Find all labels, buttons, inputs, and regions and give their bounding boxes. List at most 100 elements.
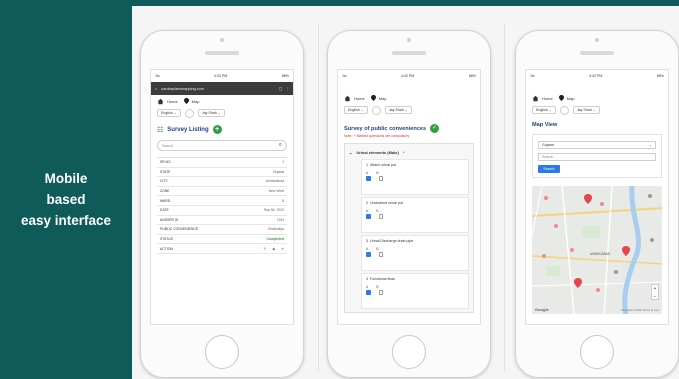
zoom-in-button[interactable]: + bbox=[652, 285, 658, 293]
page-title: Map View bbox=[532, 122, 558, 128]
speaker-grille bbox=[580, 51, 614, 55]
table-row: STATE Gujarat bbox=[157, 168, 287, 178]
avatar[interactable] bbox=[559, 105, 569, 115]
language-select[interactable]: English ⌄ bbox=[157, 109, 181, 117]
delete-icon[interactable]: ✕ bbox=[281, 247, 284, 251]
carrier: Jio bbox=[342, 74, 347, 78]
search-input[interactable]: Search ⌕ bbox=[157, 140, 287, 151]
question-text: 1 Attach urinal pot bbox=[366, 163, 396, 167]
question-text: 2 Uncleaned urinal pot bbox=[366, 201, 403, 205]
option-checkboxes bbox=[366, 290, 464, 295]
avatar[interactable] bbox=[371, 105, 381, 115]
option-checkboxes bbox=[366, 176, 464, 181]
user-select[interactable]: Jay Shah ⌄ bbox=[572, 106, 600, 114]
user-select[interactable]: Jay Shah ⌄ bbox=[197, 109, 225, 117]
check-icon: ✓ bbox=[430, 124, 440, 133]
speaker-grille bbox=[392, 51, 426, 55]
survey-table: SR.NO 1 STATE Gujarat CITY Ahmedabad ZONE Ne… bbox=[157, 157, 287, 254]
section-label: Urinal elements (Male) bbox=[356, 149, 399, 155]
browser-url-bar[interactable]: ⌂ sardarplansmapping.com ▢ ⋮ bbox=[151, 82, 293, 95]
url-text[interactable]: sardarplansmapping.com bbox=[161, 87, 278, 91]
table-row: DATE Sep 06, 2020 bbox=[157, 206, 287, 216]
question-card: 3 Urinal Discharge drain pipe AB bbox=[361, 235, 469, 271]
table-row: STATUS Completed bbox=[157, 235, 287, 245]
option-b-checkbox[interactable] bbox=[378, 176, 383, 181]
language-select[interactable]: English ⌄ bbox=[532, 106, 556, 114]
carrier: Jio bbox=[530, 74, 535, 78]
home-icon[interactable] bbox=[532, 95, 539, 102]
menu-icon[interactable]: ⋮ bbox=[285, 86, 289, 91]
search-button[interactable]: Search bbox=[538, 165, 560, 173]
map-pin-icon[interactable] bbox=[183, 97, 189, 105]
phone-survey-form: Jio 4:42 PM 88% Home Map English ⌄ Jay S… bbox=[327, 30, 491, 378]
list-icon: ☷ bbox=[157, 126, 164, 134]
status-bar: Jio 4:42 PM 88% bbox=[526, 70, 668, 82]
nav-home[interactable]: Home bbox=[542, 96, 553, 101]
clock: 4:42 PM bbox=[401, 74, 415, 78]
tabs-icon[interactable]: ▢ bbox=[279, 86, 283, 91]
user-select[interactable]: Jay Shah ⌄ bbox=[384, 106, 412, 114]
phone-home-button bbox=[392, 335, 426, 369]
filter-row: English ⌄ Jay Shah ⌄ bbox=[151, 107, 293, 119]
survey-section: ⌄ Urinal elements (Male) * 1 Attach urina… bbox=[344, 143, 474, 313]
avatar[interactable] bbox=[184, 108, 194, 118]
nav-map[interactable]: Map bbox=[567, 96, 575, 101]
phone-screen: Jio 4:42 PM 88% Home Map English ⌄ Jay S… bbox=[337, 69, 481, 325]
option-b-checkbox[interactable] bbox=[378, 214, 383, 219]
phone-home-button bbox=[580, 335, 614, 369]
table-row: ZONE New West bbox=[157, 187, 287, 197]
divider bbox=[504, 24, 505, 371]
map-attribution[interactable]: Map data ©2020 Terms of Use bbox=[621, 308, 659, 312]
question-card: 2 Uncleaned urinal pot AB bbox=[361, 197, 469, 233]
nav-map[interactable]: Map bbox=[192, 99, 200, 104]
table-row: PUBLIC CONVENIENCE Ghatlodiya bbox=[157, 225, 287, 235]
option-labels: AB bbox=[366, 285, 379, 289]
battery: 88% bbox=[468, 74, 476, 78]
option-a-checkbox[interactable] bbox=[366, 214, 371, 219]
state-select[interactable]: Gujarat ⌄ bbox=[538, 141, 656, 149]
breadcrumb: Home Map bbox=[151, 95, 293, 107]
home-icon[interactable]: ⌂ bbox=[155, 87, 157, 91]
map-filter-card: Gujarat ⌄ Search Search bbox=[532, 134, 662, 178]
nav-map[interactable]: Map bbox=[379, 96, 387, 101]
section-header[interactable]: ⌄ Urinal elements (Male) * bbox=[349, 147, 469, 157]
table-row: WARD 8 bbox=[157, 196, 287, 206]
map-pin-icon[interactable] bbox=[558, 94, 564, 102]
option-b-checkbox[interactable] bbox=[378, 252, 383, 257]
title-text: Survey Listing bbox=[167, 126, 209, 133]
search-icon[interactable]: ⌕ bbox=[279, 142, 282, 149]
clock: 4:42 PM bbox=[589, 74, 603, 78]
option-b-checkbox[interactable] bbox=[378, 290, 383, 295]
option-labels: AB bbox=[366, 247, 379, 251]
status-badge: Completed bbox=[266, 237, 284, 242]
screenshots-area: Jio 4:42 PM 88% ⌂ sardarplansmapping.com… bbox=[132, 6, 679, 379]
map-city-label: AHMEDABAD bbox=[590, 252, 611, 256]
home-icon[interactable] bbox=[157, 98, 164, 105]
language-select[interactable]: English ⌄ bbox=[344, 106, 368, 114]
camera-icon bbox=[407, 38, 411, 42]
map-pin-icon[interactable] bbox=[370, 94, 376, 102]
nav-home[interactable]: Home bbox=[354, 96, 365, 101]
zoom-out-button[interactable]: − bbox=[652, 293, 658, 301]
chevron-down-icon[interactable]: ⌄ bbox=[349, 150, 352, 155]
option-labels: AB bbox=[366, 209, 379, 213]
divider bbox=[318, 24, 319, 371]
left-panel: Mobile based easy interface bbox=[0, 0, 132, 379]
option-labels: AB bbox=[366, 171, 379, 175]
add-survey-button[interactable]: + bbox=[212, 125, 222, 134]
edit-icon[interactable]: ✎ bbox=[263, 247, 266, 251]
option-a-checkbox[interactable] bbox=[366, 290, 371, 295]
home-icon[interactable] bbox=[344, 95, 351, 102]
nav-home[interactable]: Home bbox=[167, 99, 178, 104]
map-canvas[interactable]: AHMEDABAD + − Google Map data ©2020 Term… bbox=[532, 186, 662, 314]
map-search-input[interactable]: Search bbox=[538, 153, 656, 161]
option-a-checkbox[interactable] bbox=[366, 176, 371, 181]
battery: 88% bbox=[281, 74, 289, 78]
phone-survey-listing: Jio 4:42 PM 88% ⌂ sardarplansmapping.com… bbox=[140, 30, 304, 378]
phone-map-view: Jio 4:42 PM 88% Home Map English ⌄ Jay S… bbox=[515, 30, 679, 378]
speaker-grille bbox=[205, 51, 239, 55]
view-icon[interactable]: ◉ bbox=[272, 247, 275, 251]
question-card: 1 Attach urinal pot AB bbox=[361, 159, 469, 195]
page-title: ☷ Survey Listing + bbox=[151, 119, 293, 136]
option-a-checkbox[interactable] bbox=[366, 252, 371, 257]
